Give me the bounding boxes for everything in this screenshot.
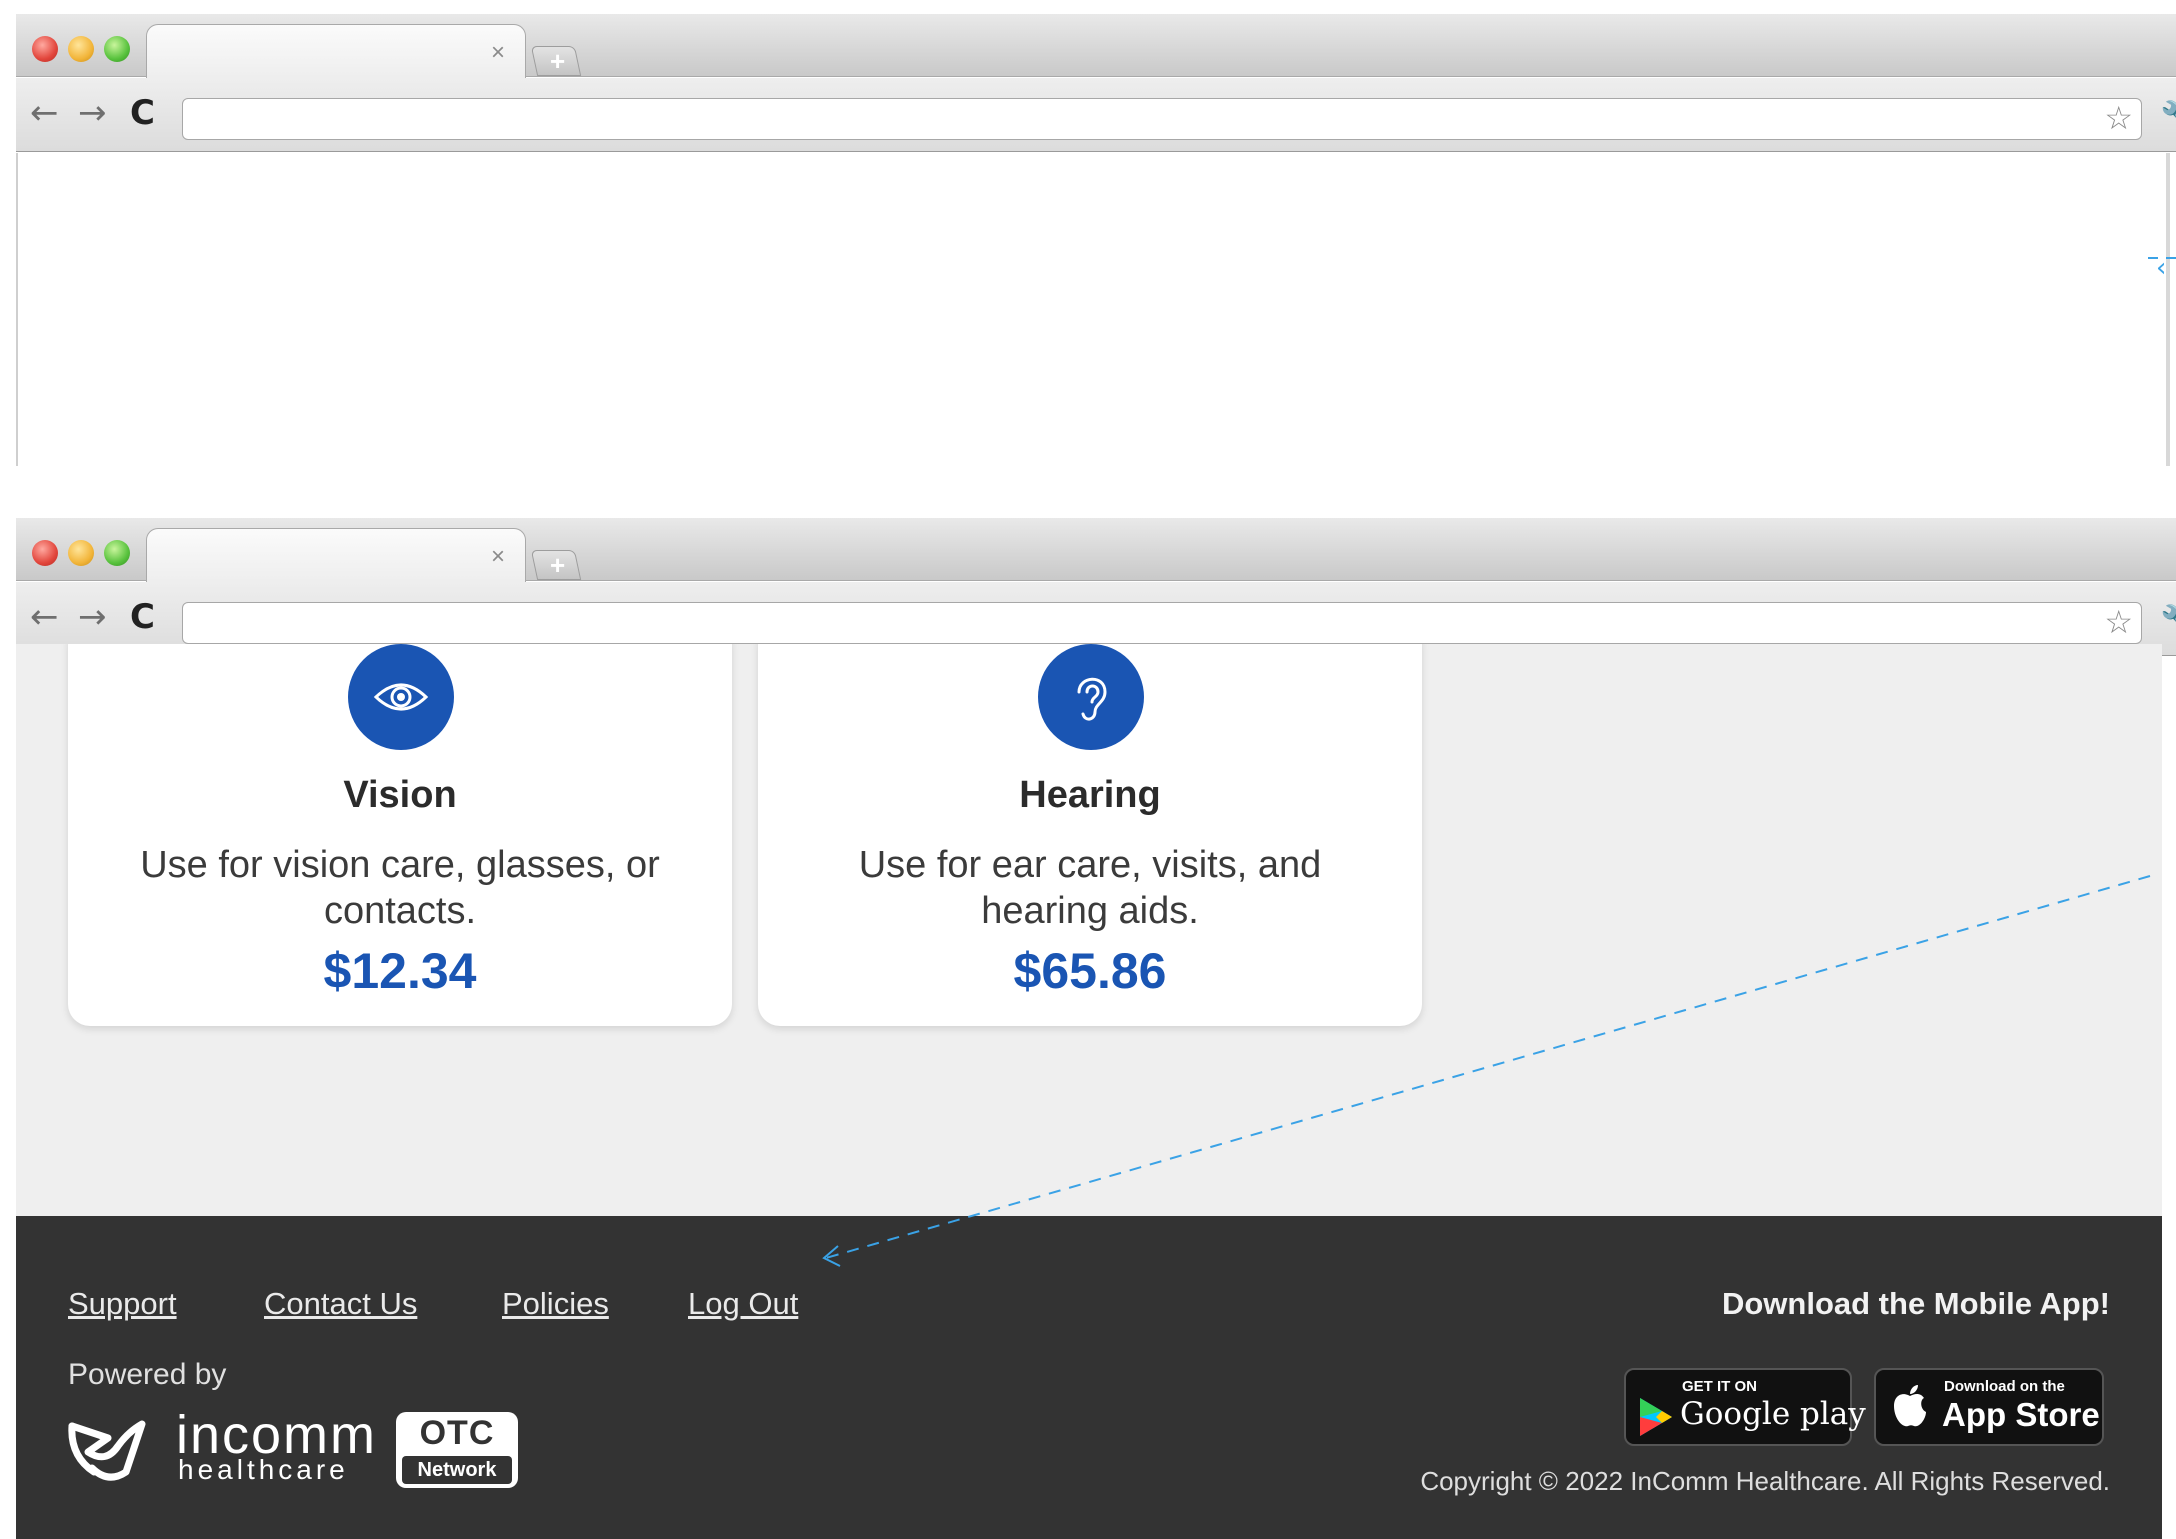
forward-arrow-icon[interactable]: → [78,600,107,634]
footer-link-support[interactable]: Support [68,1286,177,1322]
browser-tab[interactable]: × [146,528,526,582]
benefit-card-vision[interactable]: Vision Use for vision care, glasses, or … [68,644,732,1026]
footer-link-log-out[interactable]: Log Out [688,1286,798,1322]
apple-icon [1894,1385,1926,1427]
apple-badge-small-text: Download on the [1944,1378,2065,1395]
address-bar[interactable]: ☆ [182,602,2142,644]
title-bar: × + [16,518,2176,582]
otc-logo-text: OTC [419,1414,495,1452]
zoom-window-button[interactable] [104,36,130,62]
card-title: Hearing [1019,774,1161,816]
card-balance: $65.86 [1013,943,1167,999]
copyright-text: Copyright © 2022 InComm Healthcare. All … [1420,1466,2110,1496]
wrench-icon[interactable]: 🔧 [2160,100,2176,135]
scrollbar-track[interactable] [2166,153,2170,466]
back-arrow-icon[interactable]: ← [30,96,59,130]
back-arrow-icon[interactable]: ← [30,600,59,634]
bookmark-star-icon[interactable]: ☆ [2104,100,2133,136]
card-title: Vision [343,774,457,816]
tab-close-icon[interactable]: × [491,41,505,65]
reload-icon[interactable]: C [130,96,155,130]
browser-window-top: × + ← → C ☆ 🔧 ‹ [16,14,2176,466]
annotation-arrow-icon: ‹ [2156,253,2167,283]
download-app-heading: Download the Mobile App! [1721,1286,2110,1321]
minimize-window-button[interactable] [68,540,94,566]
tab-close-icon[interactable]: × [491,545,505,569]
apple-badge-big-text: App Store [1942,1396,2100,1433]
browser-toolbar: ← → C ☆ 🔧 [16,78,2176,152]
page-viewport-top: ‹ [16,153,2176,466]
bookmark-star-icon[interactable]: ☆ [2104,604,2133,640]
plus-icon: + [550,46,566,76]
browser-window-bottom: × + ← → C ☆ 🔧 Vision Use for vision care… [16,518,2176,1539]
browser-tab[interactable]: × [146,24,526,78]
ear-icon [1038,644,1144,750]
benefit-card-hearing[interactable]: Hearing Use for ear care, visits, and he… [758,644,1422,1026]
wrench-icon[interactable]: 🔧 [2160,604,2176,639]
google-play-badge[interactable]: GET IT ON Google play [1624,1368,1866,1446]
incomm-healthcare-logo: incomm healthcare [68,1405,388,1497]
minimize-window-button[interactable] [68,36,94,62]
address-bar[interactable]: ☆ [182,98,2142,140]
card-description: Use for vision care, glasses, or contact… [140,844,660,932]
title-bar: × + [16,14,2176,78]
powered-by-label: Powered by [68,1358,227,1391]
google-badge-small-text: GET IT ON [1682,1378,1757,1395]
card-description: Use for ear care, visits, and hearing ai… [858,844,1322,932]
footer-link-policies[interactable]: Policies [502,1286,609,1322]
close-window-button[interactable] [32,36,58,62]
footer-link-contact-us[interactable]: Contact Us [264,1286,417,1322]
page-viewport: Vision Use for vision care, glasses, or … [16,644,2162,1539]
forward-arrow-icon[interactable]: → [78,96,107,130]
incomm-logo-subtitle: healthcare [178,1454,349,1485]
otc-network-logo: OTC Network [396,1412,518,1488]
reload-icon[interactable]: C [130,600,155,634]
close-window-button[interactable] [32,540,58,566]
eye-icon [348,644,454,750]
otc-logo-subtext: Network [402,1456,512,1484]
plus-icon: + [550,550,566,580]
app-store-badge[interactable]: Download on the App Store [1874,1368,2104,1446]
card-balance: $12.34 [323,943,477,999]
zoom-window-button[interactable] [104,540,130,566]
google-badge-big-text: Google play [1680,1396,1866,1432]
site-footer: Support Contact Us Policies Log Out Powe… [16,1216,2162,1539]
google-play-icon [1640,1398,1672,1436]
